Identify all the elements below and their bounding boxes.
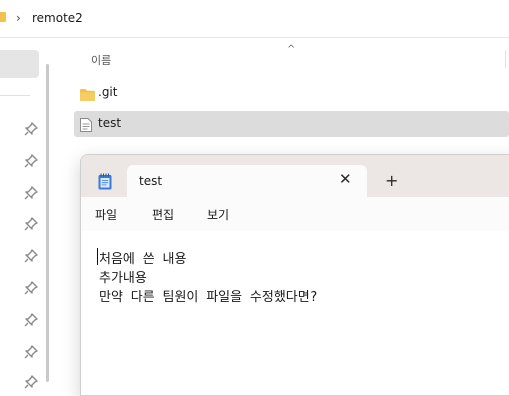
folder-icon <box>0 12 6 22</box>
tab-title: test <box>139 174 163 188</box>
address-bar[interactable]: › remote2 <box>0 0 509 38</box>
new-tab-button[interactable]: + <box>385 171 398 190</box>
pin-icon <box>24 312 38 327</box>
tab-test[interactable]: test ✕ <box>127 165 367 197</box>
sort-indicator: ^ <box>287 44 296 55</box>
file-row-test[interactable]: test <box>74 111 509 137</box>
pin-icon <box>24 216 38 231</box>
menu-edit[interactable]: 편집 <box>152 206 174 223</box>
editor-line: 만약 다른 팀원이 파일을 수정했다면? <box>99 290 318 305</box>
editor-line: 추가내용 <box>99 271 147 286</box>
column-header-name[interactable]: 이름 <box>91 52 111 68</box>
notepad-app-icon <box>98 173 112 190</box>
nav-selected-item[interactable] <box>0 50 39 78</box>
notepad-window[interactable]: test ✕ + 파일 편집 보기 처음에 쓴 내용 추가내용 만약 다른 팀원… <box>80 154 509 396</box>
pin-icon <box>24 153 38 168</box>
file-name: test <box>98 116 122 130</box>
file-name: .git <box>98 85 118 99</box>
chevron-right-icon[interactable]: › <box>16 11 21 25</box>
pin-icon <box>24 121 38 136</box>
text-editor[interactable]: 처음에 쓴 내용 추가내용 만약 다른 팀원이 파일을 수정했다면? <box>81 231 509 395</box>
menu-bar: 파일 편집 보기 <box>81 197 509 231</box>
folder-icon <box>80 86 95 105</box>
pin-icon <box>24 344 38 359</box>
breadcrumb-current-folder[interactable]: remote2 <box>32 11 83 25</box>
pin-icon <box>24 280 38 295</box>
menu-view[interactable]: 보기 <box>207 206 229 223</box>
column-divider[interactable] <box>505 50 506 68</box>
pin-icon <box>24 374 38 389</box>
text-caret <box>97 248 98 265</box>
menu-file[interactable]: 파일 <box>95 206 117 223</box>
notepad-title-bar[interactable]: test ✕ + <box>81 155 509 197</box>
nav-scrollbar[interactable] <box>46 64 49 382</box>
navigation-pane <box>0 38 56 389</box>
pin-icon <box>24 185 38 200</box>
nav-divider <box>0 95 30 96</box>
pin-icon <box>24 248 38 263</box>
text-file-icon <box>80 117 92 136</box>
file-row-git[interactable]: .git <box>74 80 509 106</box>
editor-line: 처음에 쓴 내용 <box>99 252 187 267</box>
close-icon[interactable]: ✕ <box>339 170 352 188</box>
